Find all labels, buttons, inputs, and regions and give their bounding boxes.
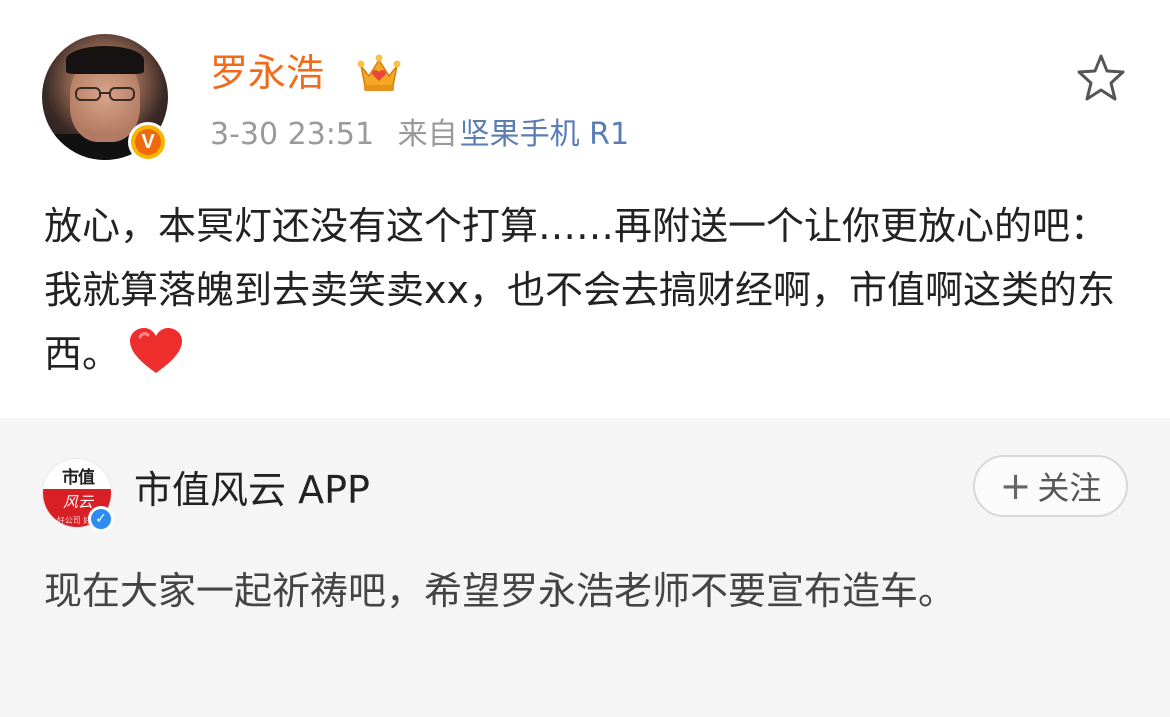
avatar-glasses [75,87,135,101]
follow-button[interactable]: + 关注 [973,455,1128,517]
source-link[interactable]: 坚果手机 R1 [460,117,629,152]
post-text: 放心，本冥灯还没有这个打算……再附送一个让你更放心的吧：我就算落魄到去卖笑卖xx… [44,204,1115,376]
post-content: 放心，本冥灯还没有这个打算……再附送一个让你更放心的吧：我就算落魄到去卖笑卖xx… [44,194,1134,386]
verified-v-badge: V [128,122,168,162]
source-prefix: 来自 [397,117,458,152]
repost-author-name[interactable]: 市值风云 APP [134,462,370,518]
plus-icon: + [999,464,1032,508]
post-meta: 3-30 23:51 来自坚果手机 R1 [210,112,629,158]
weibo-post: V 罗永浩 3-30 23:51 来自坚果手机 R1 放心，本冥灯还没有这个打算… [0,0,1170,418]
author-name[interactable]: 罗永浩 [210,46,324,100]
post-timestamp: 3-30 23:51 [210,117,375,152]
avatar-logo-top: 市值 [43,459,111,493]
avatar-hair [66,46,144,74]
reposted-post[interactable]: 市值 风云 好公司 好股 ✓ 市值风云 APP + 关注 现在大家一起祈祷吧，希… [0,418,1170,717]
star-icon[interactable] [1074,52,1128,102]
follow-label: 关注 [1037,469,1102,507]
crown-icon[interactable] [356,50,402,94]
heart-icon [130,328,183,373]
verified-check-icon: ✓ [88,506,114,532]
repost-content: 现在大家一起祈祷吧，希望罗永浩老师不要宣布造车。 [44,569,957,613]
